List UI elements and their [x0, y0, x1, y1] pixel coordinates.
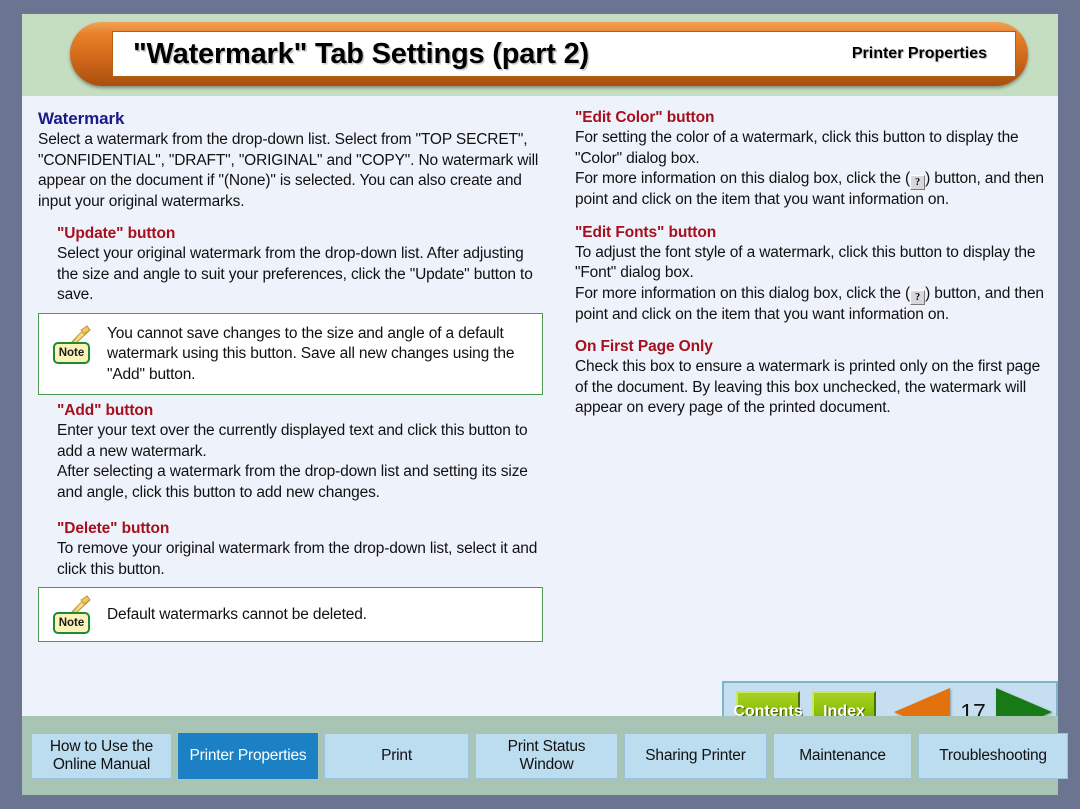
- bottom-tab-bar: How to Use the Online Manual Printer Prop…: [22, 716, 1068, 795]
- edit-fonts-text-before: For more information on this dialog box,…: [575, 284, 911, 302]
- tab-maintenance[interactable]: Maintenance: [773, 732, 912, 779]
- manual-page: "Watermark" Tab Settings (part 2) Printe…: [22, 14, 1068, 795]
- section-heading-edit-fonts-button: "Edit Fonts" button: [575, 223, 717, 241]
- left-column: Watermark Select a watermark from the dr…: [38, 109, 543, 642]
- page-title: "Watermark" Tab Settings (part 2): [133, 37, 589, 70]
- edit-color-description-2: For more information on this dialog box,…: [575, 169, 1045, 211]
- add-button-block: "Add" button Enter your text over the cu…: [57, 402, 543, 503]
- edit-color-description-1: For setting the color of a watermark, cl…: [575, 129, 1019, 167]
- page-content: Watermark Select a watermark from the dr…: [22, 96, 1058, 716]
- title-inner-plate: "Watermark" Tab Settings (part 2) Printe…: [112, 31, 1016, 77]
- section-heading-watermark: Watermark: [38, 109, 125, 128]
- edit-fonts-block: "Edit Fonts" button To adjust the font s…: [575, 224, 1045, 326]
- edit-color-text-before: For more information on this dialog box,…: [575, 170, 911, 187]
- note-text-update: You cannot save changes to the size and …: [107, 324, 515, 383]
- note-box-update: Note You cannot save changes to the size…: [38, 312, 543, 395]
- first-page-only-block: On First Page Only Check this box to ens…: [575, 338, 1045, 419]
- section-heading-on-first-page-only: On First Page Only: [575, 338, 713, 355]
- add-button-description-2: After selecting a watermark from the dro…: [57, 463, 528, 501]
- note-icon: Note: [51, 595, 93, 636]
- watermark-description: Select a watermark from the drop-down li…: [38, 131, 539, 210]
- note-tag-label: Note: [53, 341, 90, 364]
- right-column: "Edit Color" button For setting the colo…: [575, 109, 1045, 419]
- tab-sharing-printer[interactable]: Sharing Printer: [624, 732, 767, 779]
- note-icon: Note: [51, 324, 93, 366]
- tab-troubleshooting[interactable]: Troubleshooting: [918, 732, 1068, 779]
- page-header-band: "Watermark" Tab Settings (part 2) Printe…: [22, 14, 1058, 96]
- add-button-description-1: Enter your text over the currently displ…: [57, 422, 528, 460]
- tab-print[interactable]: Print: [324, 732, 469, 779]
- tab-printer-properties[interactable]: Printer Properties: [178, 732, 318, 779]
- tab-how-to-use-the-online-manual[interactable]: How to Use the Online Manual: [31, 732, 172, 779]
- first-page-only-description: Check this box to ensure a watermark is …: [575, 358, 1041, 416]
- update-button-description: Select your original watermark from the …: [57, 245, 533, 303]
- section-heading-add-button: "Add" button: [57, 402, 154, 419]
- note-box-delete: Note Default watermarks cannot be delete…: [38, 587, 543, 642]
- note-tag-label: Note: [53, 612, 90, 634]
- help-question-icon[interactable]: ?: [910, 289, 926, 305]
- section-heading-edit-color-button: "Edit Color" button: [575, 109, 715, 126]
- edit-fonts-description-2: For more information on this dialog box,…: [575, 284, 1045, 326]
- section-heading-update-button: "Update" button: [57, 225, 176, 242]
- delete-button-block: "Delete" button To remove your original …: [57, 520, 543, 580]
- help-question-icon[interactable]: ?: [910, 175, 926, 190]
- section-heading-delete-button: "Delete" button: [57, 520, 170, 537]
- tab-print-status-window[interactable]: Print Status Window: [475, 732, 618, 779]
- note-text-delete: Default watermarks cannot be deleted.: [107, 605, 367, 623]
- delete-button-description: To remove your original watermark from t…: [57, 540, 538, 578]
- edit-fonts-description-1: To adjust the font style of a watermark,…: [575, 243, 1036, 282]
- update-button-block: "Update" button Select your original wat…: [57, 225, 543, 306]
- title-capsule: "Watermark" Tab Settings (part 2) Printe…: [70, 22, 1028, 86]
- page-title-section: Printer Properties: [851, 45, 987, 62]
